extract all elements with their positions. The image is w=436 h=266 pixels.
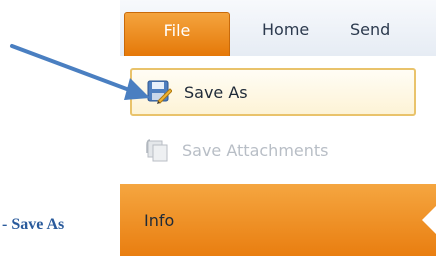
- caption-label: - Save As: [2, 216, 65, 233]
- arrow-icon: [10, 44, 150, 100]
